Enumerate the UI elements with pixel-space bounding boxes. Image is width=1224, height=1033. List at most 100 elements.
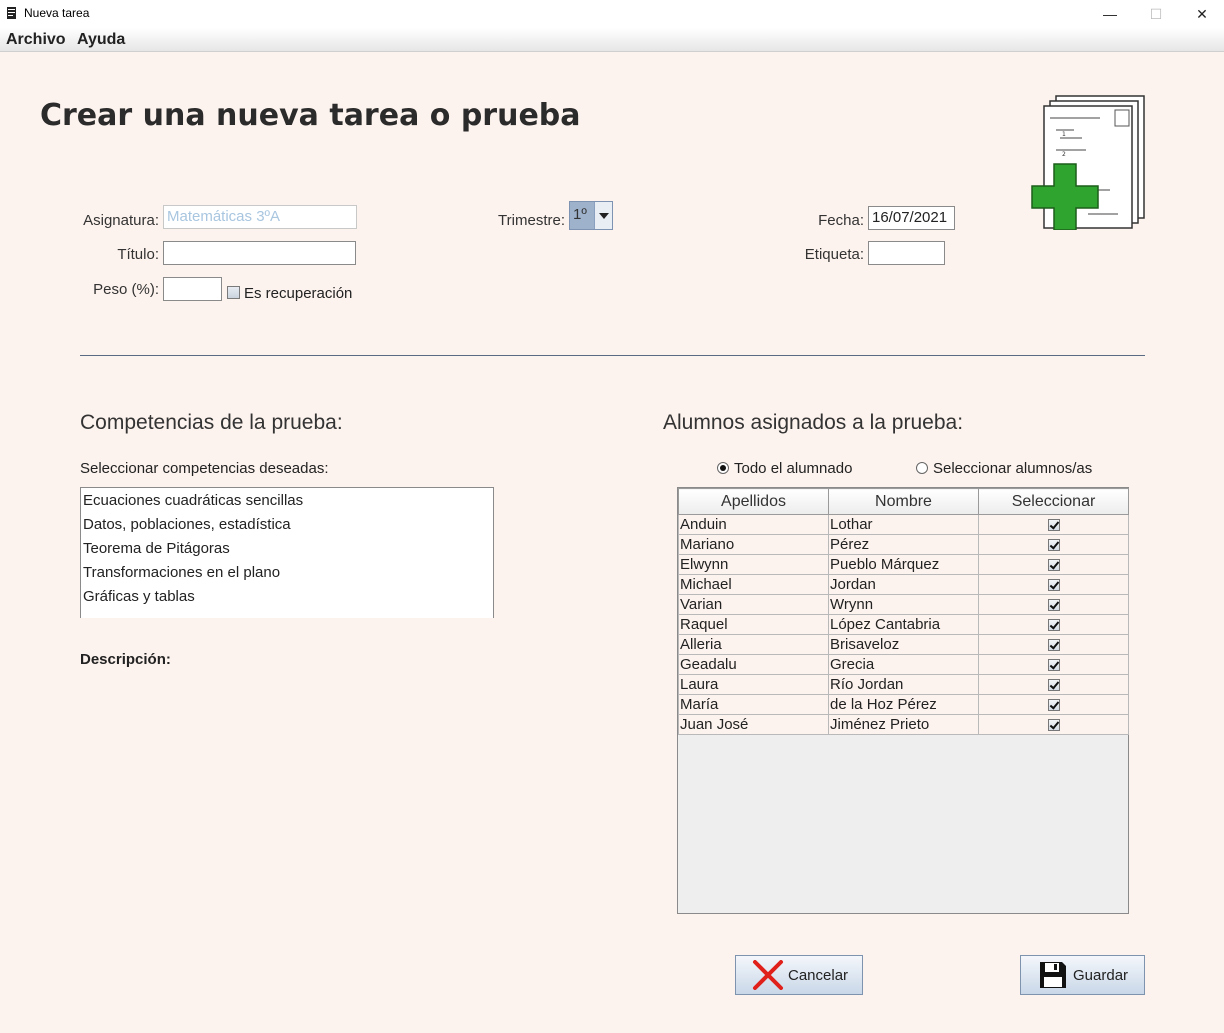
minimize-button[interactable]: —	[1087, 0, 1133, 28]
cancel-button[interactable]: Cancelar	[735, 955, 863, 995]
cell-nombre[interactable]: Pérez	[828, 534, 979, 555]
cell-seleccionar	[978, 634, 1129, 655]
cell-nombre[interactable]: Pueblo Márquez	[828, 554, 979, 575]
select-student-checkbox[interactable]	[1047, 519, 1060, 532]
cell-nombre[interactable]: Wrynn	[828, 594, 979, 615]
table-row[interactable]: Raquel López Cantabria	[678, 614, 1129, 635]
competencias-list[interactable]: Ecuaciones cuadráticas sencillas Datos, …	[80, 487, 494, 618]
menu-archivo[interactable]: Archivo	[6, 31, 66, 49]
cell-apellidos[interactable]: Michael	[678, 574, 829, 595]
select-student-checkbox[interactable]	[1047, 679, 1060, 692]
page-title: Crear una nueva tarea o prueba	[40, 98, 581, 133]
recuperacion-checkbox[interactable]	[227, 286, 240, 299]
window-title: Nueva tarea	[24, 6, 90, 20]
cell-apellidos[interactable]: Alleria	[678, 634, 829, 655]
list-item[interactable]: Ecuaciones cuadráticas sencillas	[81, 488, 493, 512]
list-item[interactable]: Teorema de Pitágoras	[81, 536, 493, 560]
cell-nombre[interactable]: Brisaveloz	[828, 634, 979, 655]
cell-nombre[interactable]: Jiménez Prieto	[828, 714, 979, 735]
table-row[interactable]: Laura Río Jordan	[678, 674, 1129, 695]
table-header-row: Apellidos Nombre Seleccionar	[678, 488, 1129, 515]
cell-seleccionar	[978, 614, 1129, 635]
cell-seleccionar	[978, 694, 1129, 715]
table-row[interactable]: Elwynn Pueblo Márquez	[678, 554, 1129, 575]
competencias-title: Competencias de la prueba:	[80, 411, 343, 434]
table-row[interactable]: María de la Hoz Pérez	[678, 694, 1129, 715]
save-button-label: Guardar	[1073, 966, 1129, 984]
select-student-checkbox[interactable]	[1047, 559, 1060, 572]
cell-apellidos[interactable]: Raquel	[678, 614, 829, 635]
recuperacion-label: Es recuperación	[244, 285, 353, 302]
select-student-checkbox[interactable]	[1047, 719, 1060, 732]
table-row[interactable]: Mariano Pérez	[678, 534, 1129, 555]
etiqueta-label: Etiqueta:	[804, 246, 864, 263]
maximize-button[interactable]: ☐	[1133, 0, 1179, 28]
peso-field[interactable]	[163, 277, 222, 301]
radio-todo-alumnado[interactable]	[717, 462, 729, 474]
menu-bar: Archivo Ayuda	[0, 28, 1224, 52]
asignatura-field: Matemáticas 3ºA	[163, 205, 357, 229]
trimestre-select[interactable]: 1º	[569, 201, 613, 230]
alumnos-table[interactable]: Apellidos Nombre Seleccionar Anduin Lotha…	[677, 487, 1129, 914]
svg-text:2: 2	[1062, 151, 1066, 158]
select-student-checkbox[interactable]	[1047, 659, 1060, 672]
table-row[interactable]: Anduin Lothar	[678, 514, 1129, 535]
titulo-field[interactable]	[163, 241, 356, 265]
save-button[interactable]: Guardar	[1020, 955, 1145, 995]
section-divider	[80, 355, 1145, 356]
cell-apellidos[interactable]: Mariano	[678, 534, 829, 555]
titulo-label: Título:	[117, 246, 159, 263]
column-header-seleccionar[interactable]: Seleccionar	[978, 488, 1129, 515]
trimestre-label: Trimestre:	[498, 212, 565, 229]
cell-nombre[interactable]: Río Jordan	[828, 674, 979, 695]
cell-apellidos[interactable]: Juan José	[678, 714, 829, 735]
new-document-plus-icon: 1 2	[1031, 95, 1145, 230]
select-student-checkbox[interactable]	[1047, 599, 1060, 612]
alumnos-title: Alumnos asignados a la prueba:	[663, 411, 964, 434]
cell-nombre[interactable]: Lothar	[828, 514, 979, 535]
cell-seleccionar	[978, 574, 1129, 595]
fecha-field[interactable]: 16/07/2021	[868, 206, 955, 230]
cell-seleccionar	[978, 554, 1129, 575]
cell-apellidos[interactable]: Laura	[678, 674, 829, 695]
table-row[interactable]: Michael Jordan	[678, 574, 1129, 595]
select-student-checkbox[interactable]	[1047, 699, 1060, 712]
select-student-checkbox[interactable]	[1047, 639, 1060, 652]
select-student-checkbox[interactable]	[1047, 579, 1060, 592]
select-student-checkbox[interactable]	[1047, 539, 1060, 552]
table-row[interactable]: Juan José Jiménez Prieto	[678, 714, 1129, 735]
cell-apellidos[interactable]: Varian	[678, 594, 829, 615]
etiqueta-field[interactable]	[868, 241, 945, 265]
peso-label: Peso (%):	[93, 281, 159, 298]
cell-apellidos[interactable]: Geadalu	[678, 654, 829, 675]
fecha-label: Fecha:	[818, 212, 864, 229]
menu-ayuda[interactable]: Ayuda	[77, 31, 125, 49]
chevron-down-icon[interactable]	[594, 202, 612, 229]
cell-nombre[interactable]: Jordan	[828, 574, 979, 595]
cell-seleccionar	[978, 714, 1129, 735]
cell-seleccionar	[978, 514, 1129, 535]
list-item[interactable]: Gráficas y tablas	[81, 584, 493, 608]
cell-apellidos[interactable]: Anduin	[678, 514, 829, 535]
table-row[interactable]: Alleria Brisaveloz	[678, 634, 1129, 655]
radio-seleccionar-alumnos[interactable]	[916, 462, 928, 474]
table-row[interactable]: Varian Wrynn	[678, 594, 1129, 615]
list-item[interactable]: Datos, poblaciones, estadística	[81, 512, 493, 536]
close-window-button[interactable]: ✕	[1179, 0, 1224, 28]
cell-seleccionar	[978, 534, 1129, 555]
select-student-checkbox[interactable]	[1047, 619, 1060, 632]
list-item[interactable]: Transformaciones en el plano	[81, 560, 493, 584]
cell-apellidos[interactable]: Elwynn	[678, 554, 829, 575]
column-header-nombre[interactable]: Nombre	[828, 488, 979, 515]
table-row[interactable]: Geadalu Grecia	[678, 654, 1129, 675]
cell-seleccionar	[978, 654, 1129, 675]
cell-apellidos[interactable]: María	[678, 694, 829, 715]
cell-nombre[interactable]: Grecia	[828, 654, 979, 675]
cell-nombre[interactable]: López Cantabria	[828, 614, 979, 635]
cancel-button-label: Cancelar	[788, 966, 849, 984]
svg-text:1: 1	[1062, 131, 1066, 138]
competencias-subtitle: Seleccionar competencias deseadas:	[80, 460, 329, 477]
cell-nombre[interactable]: de la Hoz Pérez	[828, 694, 979, 715]
red-x-icon	[750, 958, 786, 992]
column-header-apellidos[interactable]: Apellidos	[678, 488, 829, 515]
